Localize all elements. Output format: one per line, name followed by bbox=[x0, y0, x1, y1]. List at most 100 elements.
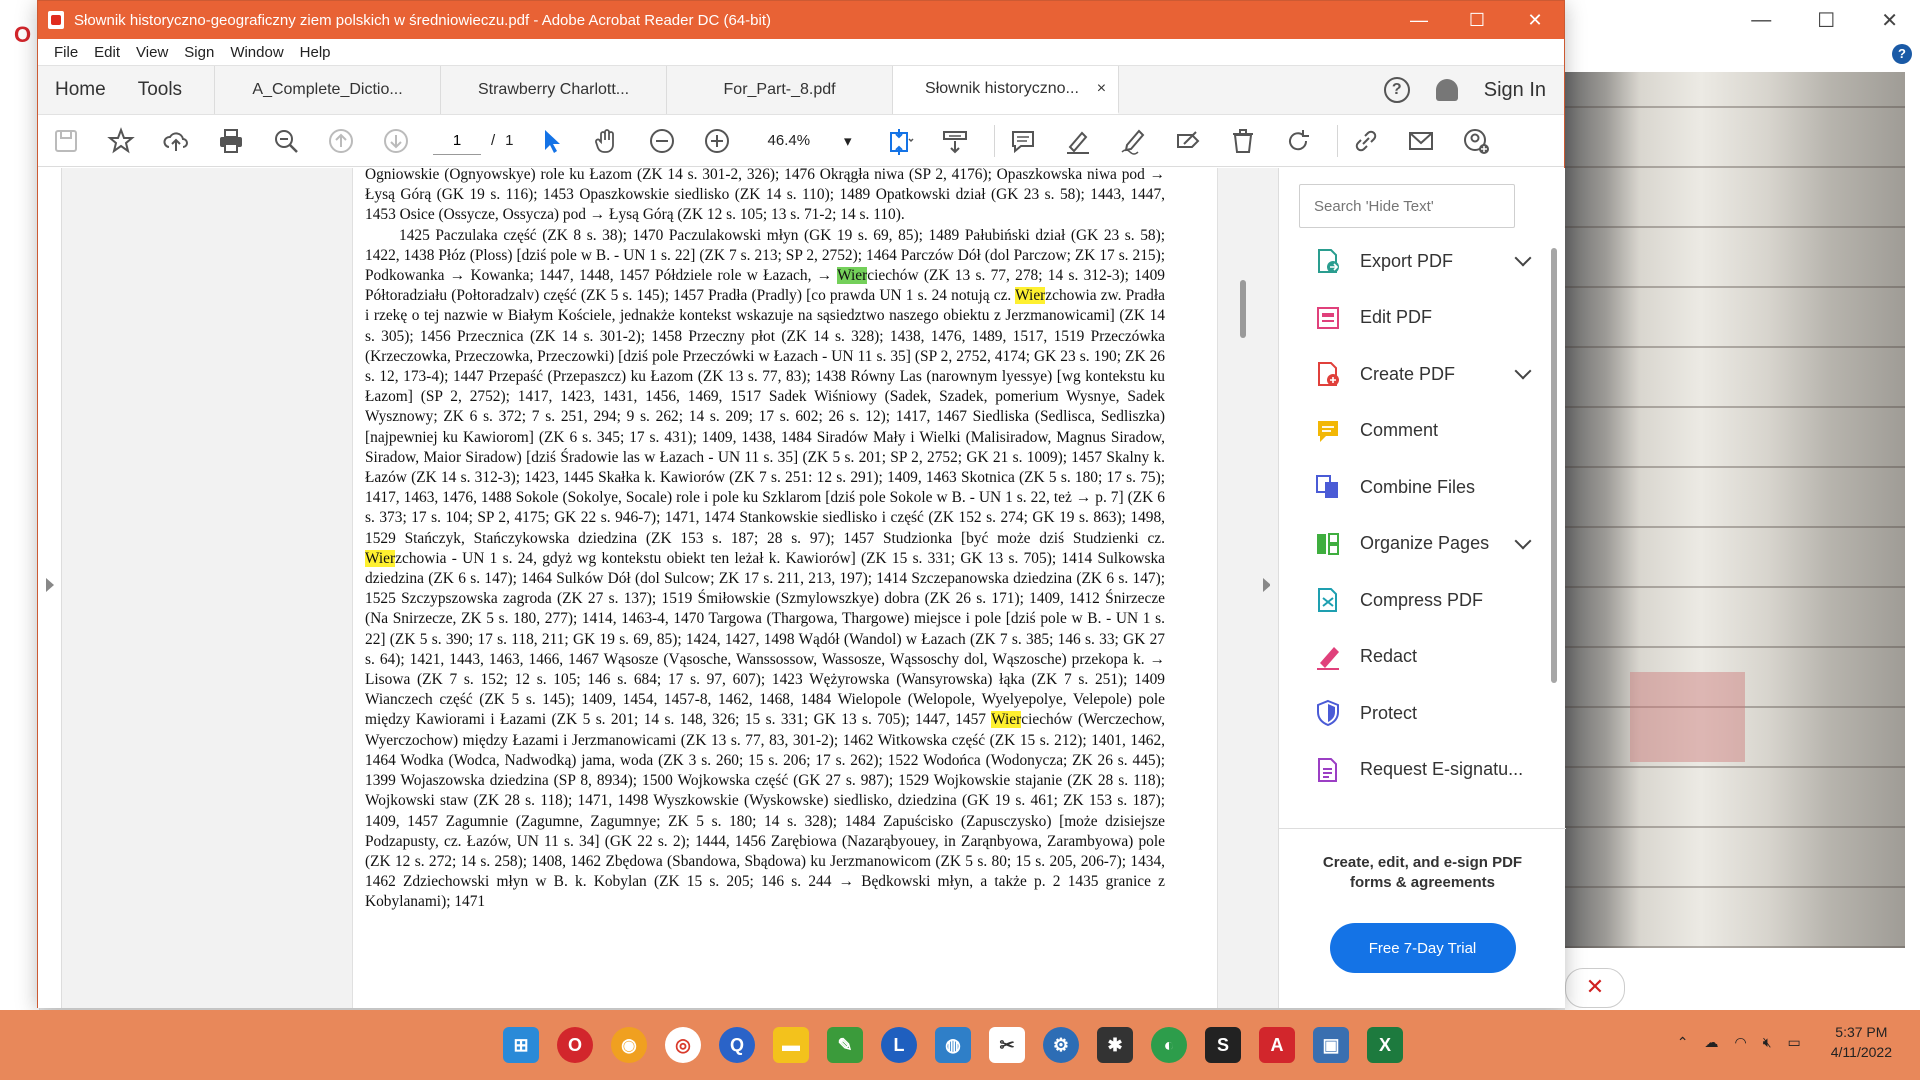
zoom-out-icon[interactable] bbox=[640, 119, 684, 163]
tool-edit-pdf[interactable]: Edit PDF bbox=[1279, 290, 1549, 347]
settings-app-icon[interactable]: ⚙ bbox=[1043, 1027, 1079, 1063]
tool-combine-files[interactable]: Combine Files bbox=[1279, 459, 1549, 516]
select-cursor-icon[interactable] bbox=[530, 119, 574, 163]
volume-muted-icon[interactable]: 🔇︎ bbox=[1763, 1034, 1772, 1051]
highlight-pen-icon[interactable] bbox=[1056, 119, 1100, 163]
opera-icon[interactable]: O bbox=[557, 1027, 593, 1063]
previous-page-icon[interactable] bbox=[319, 119, 363, 163]
notifications-bell-icon[interactable] bbox=[1435, 79, 1458, 101]
zoom-in-icon[interactable] bbox=[695, 119, 739, 163]
share-link-icon[interactable] bbox=[1344, 119, 1388, 163]
menu-view[interactable]: View bbox=[128, 44, 176, 61]
document-scrollbar[interactable] bbox=[1240, 280, 1246, 338]
sign-in-button[interactable]: Sign In bbox=[1484, 79, 1546, 102]
tool-protect[interactable]: Protect bbox=[1279, 685, 1549, 742]
tool-app-icon[interactable]: ✂ bbox=[989, 1027, 1025, 1063]
photos-app-icon[interactable]: ▣ bbox=[1313, 1027, 1349, 1063]
earth-app-icon[interactable]: ◐ bbox=[1151, 1027, 1187, 1063]
create-pdf-icon bbox=[1314, 360, 1342, 388]
delete-trash-icon[interactable] bbox=[1221, 119, 1265, 163]
battery-icon[interactable]: ▭ bbox=[1788, 1034, 1801, 1051]
acrobat-taskbar-icon[interactable]: A bbox=[1259, 1027, 1295, 1063]
wifi-icon[interactable]: ◠ bbox=[1734, 1034, 1746, 1051]
taskbar: ⊞ O ◉ ◎ Q ▬ ✎ L ◍ ✂ ⚙ ✱ ◐ S A ▣ X ⌃ ☁ ◠ … bbox=[0, 1010, 1920, 1080]
bookmark-star-icon[interactable] bbox=[99, 119, 143, 163]
bg-close-button[interactable]: ✕ bbox=[1881, 8, 1898, 33]
tool-label: Create PDF bbox=[1360, 363, 1456, 384]
search-app-icon[interactable]: Q bbox=[719, 1027, 755, 1063]
zoom-search-icon[interactable] bbox=[264, 119, 308, 163]
l-app-icon[interactable]: L bbox=[881, 1027, 917, 1063]
add-user-icon[interactable] bbox=[1454, 119, 1498, 163]
browser-icon[interactable]: ◉ bbox=[611, 1027, 647, 1063]
upload-cloud-icon[interactable] bbox=[154, 119, 198, 163]
close-button[interactable]: ✕ bbox=[1506, 1, 1564, 39]
left-nav-collapsed[interactable] bbox=[38, 168, 62, 1008]
organize-pages-icon bbox=[1314, 530, 1342, 558]
chevron-down-icon[interactable] bbox=[1514, 249, 1532, 267]
tool-organize-pages[interactable]: Organize Pages bbox=[1279, 516, 1549, 573]
menu-file[interactable]: File bbox=[46, 44, 86, 61]
chevron-down-icon[interactable] bbox=[1514, 362, 1532, 380]
tool-comment[interactable]: Comment bbox=[1279, 403, 1549, 460]
close-tab-icon[interactable]: × bbox=[1097, 80, 1106, 98]
clock[interactable]: 5:37 PM 4/11/2022 bbox=[1831, 1022, 1892, 1062]
bg-maximize-button[interactable]: ☐ bbox=[1817, 8, 1835, 33]
next-page-icon[interactable] bbox=[374, 119, 418, 163]
tab-bar: Home Tools A_Complete_Dictio... Strawber… bbox=[38, 65, 1564, 115]
menu-edit[interactable]: Edit bbox=[86, 44, 128, 61]
tool-request-esignature[interactable]: Request E-signatu... bbox=[1279, 742, 1549, 799]
menu-sign[interactable]: Sign bbox=[176, 44, 222, 61]
help-icon[interactable]: ? bbox=[1383, 77, 1410, 103]
doc-tab-for-part-8[interactable]: For_Part-_8.pdf bbox=[667, 66, 894, 114]
bg-cancel-button[interactable]: ✕ bbox=[1565, 968, 1625, 1008]
tools-pane-scrollbar[interactable] bbox=[1551, 248, 1557, 683]
excel-icon[interactable]: X bbox=[1367, 1027, 1403, 1063]
puzzle-app-icon[interactable]: ✱ bbox=[1097, 1027, 1133, 1063]
maximize-button[interactable]: ☐ bbox=[1448, 1, 1506, 39]
free-trial-button[interactable]: Free 7-Day Trial bbox=[1329, 923, 1516, 973]
start-windows-icon[interactable]: ⊞ bbox=[503, 1027, 539, 1063]
chevron-down-icon[interactable] bbox=[1514, 532, 1532, 549]
document-viewer[interactable]: Ogniowskie (Ognyowskye) role ku Łazom (Z… bbox=[38, 168, 1270, 1008]
minimize-button[interactable]: — bbox=[1390, 1, 1448, 39]
s-app-icon[interactable]: S bbox=[1205, 1027, 1241, 1063]
doc-tab-slownik[interactable]: Słownik historyczno... × bbox=[893, 66, 1120, 114]
onedrive-cloud-icon[interactable]: ☁ bbox=[1704, 1034, 1718, 1051]
fill-sign-icon[interactable] bbox=[1166, 119, 1210, 163]
fit-page-icon[interactable] bbox=[878, 119, 922, 163]
globe-app-icon[interactable]: ◍ bbox=[935, 1027, 971, 1063]
chrome-icon[interactable]: ◎ bbox=[665, 1027, 701, 1063]
print-icon[interactable] bbox=[209, 119, 253, 163]
expand-left-pane-icon[interactable] bbox=[46, 578, 54, 592]
file-explorer-icon[interactable]: ▬ bbox=[773, 1027, 809, 1063]
tool-redact[interactable]: Redact bbox=[1279, 629, 1549, 686]
tab-home[interactable]: Home bbox=[38, 66, 124, 114]
collapse-right-pane-icon[interactable] bbox=[1263, 578, 1270, 592]
tools-search-input[interactable] bbox=[1299, 184, 1515, 228]
doc-tab-strawberry[interactable]: Strawberry Charlott... bbox=[441, 66, 668, 114]
doc-tab-complete-dictionary[interactable]: A_Complete_Dictio... bbox=[215, 66, 442, 114]
window-title: Słownik historyczno-geograficzny ziem po… bbox=[74, 11, 771, 29]
scroll-mode-icon[interactable] bbox=[933, 119, 977, 163]
tool-label: Comment bbox=[1360, 420, 1439, 441]
image-editor-icon[interactable]: ✎ bbox=[827, 1027, 863, 1063]
comment-tool-icon[interactable] bbox=[1001, 119, 1045, 163]
menu-window[interactable]: Window bbox=[222, 44, 291, 61]
bg-help-icon[interactable]: ? bbox=[1892, 44, 1912, 64]
chevron-up-icon[interactable]: ⌃ bbox=[1677, 1034, 1689, 1051]
sign-pen-icon[interactable] bbox=[1111, 119, 1155, 163]
bg-minimize-button[interactable]: — bbox=[1751, 9, 1771, 32]
menu-help[interactable]: Help bbox=[292, 44, 339, 61]
page-number-input[interactable] bbox=[433, 126, 481, 155]
tab-tools[interactable]: Tools bbox=[124, 66, 216, 114]
tool-export-pdf[interactable]: Export PDF bbox=[1279, 233, 1549, 290]
save-icon[interactable] bbox=[44, 119, 88, 163]
email-icon[interactable] bbox=[1399, 119, 1443, 163]
hand-tool-icon[interactable] bbox=[585, 119, 629, 163]
rotate-icon[interactable] bbox=[1276, 119, 1320, 163]
tool-compress-pdf[interactable]: Compress PDF bbox=[1279, 572, 1549, 629]
tool-create-pdf[interactable]: Create PDF bbox=[1279, 346, 1549, 403]
zoom-level-dropdown[interactable]: 46.4% ▾ bbox=[764, 125, 856, 157]
system-tray: ⌃ ☁ ◠ 🔇︎ ▭ 5:37 PM 4/11/2022 bbox=[1677, 1022, 1892, 1062]
